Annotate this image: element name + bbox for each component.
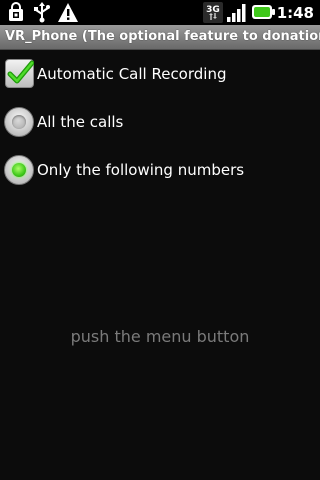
auto-record-row[interactable]: Automatic Call Recording — [0, 52, 320, 96]
radio-indicator-on — [12, 163, 26, 177]
network-type-label: 3G — [206, 5, 220, 15]
signal-icon — [226, 2, 248, 23]
radio-button-following-numbers[interactable] — [4, 155, 34, 185]
status-bar: 3G 1:48 — [0, 0, 320, 25]
auto-record-checkbox[interactable] — [5, 59, 34, 88]
page-title: VR_Phone (The optional feature to donati… — [5, 29, 320, 44]
warning-icon — [57, 2, 79, 23]
battery-icon — [252, 2, 276, 23]
radio-indicator-off — [12, 115, 26, 129]
radio-option-all-calls[interactable]: All the calls — [0, 100, 320, 144]
radio-label-following-numbers: Only the following numbers — [37, 161, 245, 179]
lock-icon — [6, 2, 26, 23]
title-bar: VR_Phone (The optional feature to donati… — [0, 25, 320, 50]
auto-record-label: Automatic Call Recording — [37, 65, 227, 83]
3g-icon: 3G — [203, 2, 223, 23]
radio-button-all-calls[interactable] — [4, 107, 34, 137]
menu-hint-text: push the menu button — [70, 327, 250, 346]
status-clock: 1:48 — [276, 4, 314, 22]
usb-icon — [32, 2, 52, 23]
radio-label-all-calls: All the calls — [37, 113, 124, 131]
radio-option-following-numbers[interactable]: Only the following numbers — [0, 148, 320, 192]
app-screen: 3G 1:48 VR_Phone (The optional feature t… — [0, 0, 320, 480]
checkmark-icon — [7, 60, 34, 84]
